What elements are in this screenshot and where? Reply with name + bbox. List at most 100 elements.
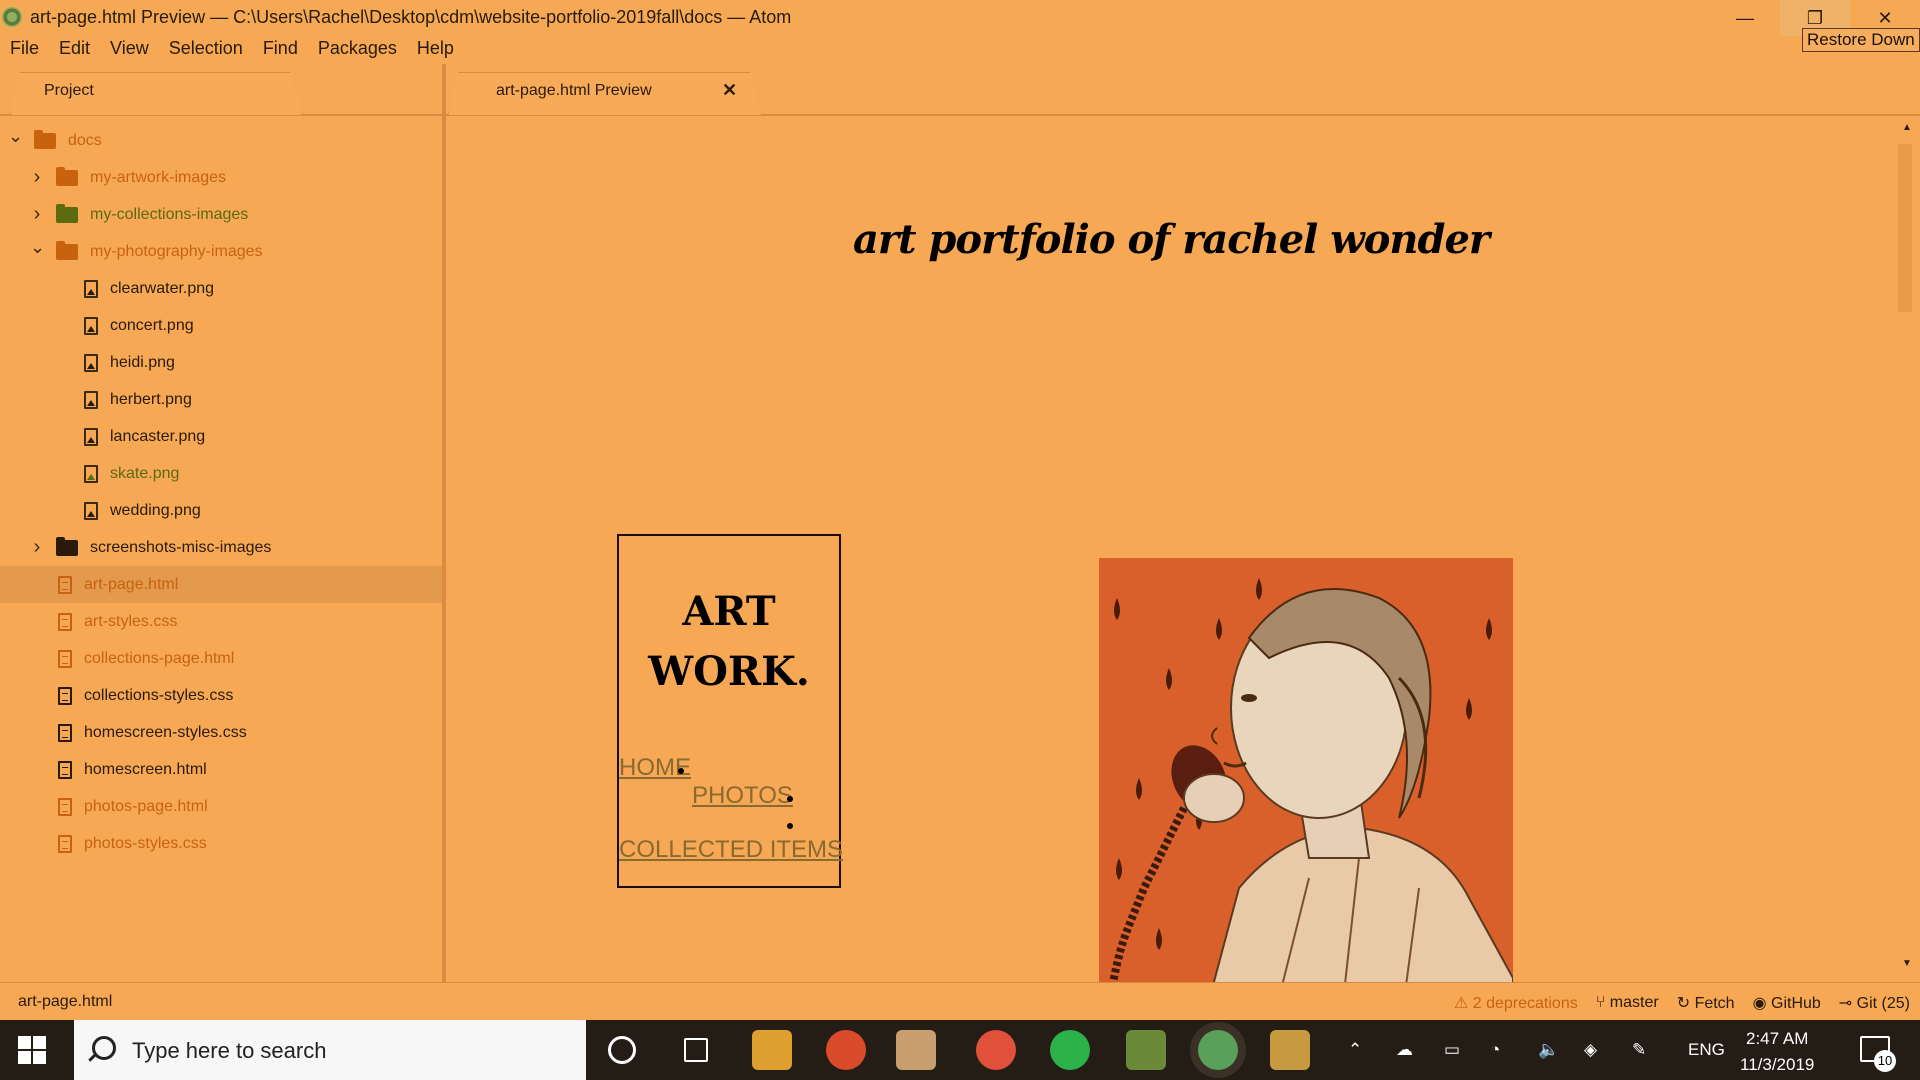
volume-icon[interactable]: 🔈 — [1538, 1040, 1559, 1060]
action-center-icon[interactable]: 10 — [1860, 1036, 1896, 1072]
paint-icon[interactable] — [1270, 1030, 1310, 1070]
warning-icon: ⚠ — [1453, 995, 1469, 1012]
tree-file[interactable]: concert.png — [0, 307, 442, 344]
tree-file[interactable]: skate.png — [0, 455, 442, 492]
atom-icon[interactable] — [1198, 1030, 1238, 1070]
itunes-icon[interactable] — [976, 1030, 1016, 1070]
menu-edit[interactable]: Edit — [49, 36, 100, 64]
git-button[interactable]: ⊸ Git (25) — [1839, 993, 1910, 1013]
tree-file[interactable]: collections-styles.css — [0, 677, 442, 714]
github-icon: ◉ — [1752, 995, 1767, 1012]
minimize-icon: — — [1736, 7, 1754, 28]
file-explorer-icon[interactable] — [752, 1030, 792, 1070]
taskbar-search-box[interactable]: Type here to search — [74, 1020, 586, 1080]
onedrive-icon[interactable]: ☁ — [1396, 1040, 1413, 1060]
spotify-icon[interactable] — [1050, 1030, 1090, 1070]
tree-file[interactable]: heidi.png — [0, 344, 442, 381]
minimize-button[interactable]: — — [1710, 0, 1780, 36]
tree-item-label: photos-styles.css — [84, 834, 207, 852]
collected-items-link[interactable]: COLLECTED ITEMS — [619, 836, 843, 864]
tree-folder[interactable]: › my-artwork-images — [0, 159, 442, 196]
image-file-icon — [84, 390, 98, 409]
html-preview[interactable]: art portfolio of rachel wonder ART WORK.… — [446, 118, 1896, 982]
chevron-right-icon[interactable]: › — [30, 166, 44, 189]
tree-item-label: clearwater.png — [110, 279, 215, 297]
tree-item-label: collections-styles.css — [84, 686, 234, 704]
status-file-path[interactable]: art-page.html — [18, 993, 112, 1011]
scrollbar-thumb[interactable] — [1898, 144, 1912, 312]
fetch-icon: ↻ — [1676, 995, 1691, 1012]
dropbox-icon[interactable]: ◈ — [1584, 1040, 1597, 1060]
language-indicator[interactable]: ENG — [1688, 1040, 1725, 1060]
menu-selection[interactable]: Selection — [159, 36, 253, 64]
tree-file[interactable]: collections-page.html — [0, 640, 442, 677]
tree-file[interactable]: homescreen.html — [0, 751, 442, 788]
clock-date: 11/3/2019 — [1740, 1055, 1815, 1074]
file-text-icon — [58, 575, 72, 594]
title-bar: art-page.html Preview — C:\Users\Rachel\… — [0, 0, 1920, 52]
tree-item-label: wedding.png — [110, 501, 201, 519]
menu-view[interactable]: View — [100, 36, 159, 64]
tree-file[interactable]: art-page.html — [0, 566, 442, 603]
tree-folder[interactable]: › my-collections-images — [0, 196, 442, 233]
fetch-button[interactable]: ↻ Fetch — [1677, 993, 1735, 1013]
menu-file[interactable]: File — [0, 36, 49, 64]
deprecations-label: 2 deprecations — [1472, 995, 1578, 1012]
tree-file[interactable]: photos-page.html — [0, 788, 442, 825]
github-label: GitHub — [1771, 995, 1821, 1012]
git-label: Git (25) — [1856, 995, 1910, 1012]
art-work-title: ART WORK. — [619, 582, 839, 702]
tab-close-icon[interactable]: ✕ — [722, 80, 737, 101]
tree-folder[interactable]: › screenshots-misc-images — [0, 529, 442, 566]
photos-link[interactable]: PHOTOS — [692, 782, 793, 810]
task-view-icon[interactable] — [684, 1038, 708, 1062]
tree-item-label: photos-page.html — [84, 797, 208, 815]
git-branch[interactable]: ⑂ master — [1596, 994, 1659, 1012]
tree-file[interactable]: clearwater.png — [0, 270, 442, 307]
chevron-right-icon[interactable]: › — [30, 536, 44, 559]
editor-tab-bar: art-page.html Preview ✕ — [446, 64, 1920, 116]
menu-help[interactable]: Help — [407, 36, 464, 64]
tree-item-label: homescreen.html — [84, 760, 207, 778]
tree-file[interactable]: homescreen-styles.css — [0, 714, 442, 751]
scroll-up-icon[interactable]: ▲ — [1902, 122, 1912, 133]
show-hidden-icons-icon[interactable]: ⌃ — [1348, 1040, 1362, 1060]
tree-file[interactable]: lancaster.png — [0, 418, 442, 455]
cortana-icon[interactable] — [608, 1036, 636, 1064]
scroll-down-icon[interactable]: ▼ — [1902, 958, 1912, 969]
notepad-icon[interactable] — [896, 1030, 936, 1070]
tree-folder[interactable]: ⌄ docs — [0, 122, 442, 159]
menu-find[interactable]: Find — [253, 36, 308, 64]
menu-packages[interactable]: Packages — [308, 36, 407, 64]
tree-file[interactable]: herbert.png — [0, 381, 442, 418]
chevron-right-icon[interactable]: › — [30, 203, 44, 226]
tree-item-label: art-page.html — [84, 575, 179, 593]
start-button[interactable] — [18, 1036, 46, 1064]
deprecations-indicator[interactable]: ⚠ 2 deprecations — [1454, 993, 1578, 1013]
folder-icon — [56, 240, 78, 260]
battery-icon[interactable]: ▭ — [1444, 1040, 1460, 1060]
file-text-icon — [58, 760, 72, 779]
file-text-icon — [58, 649, 72, 668]
git-commit-icon: ⊸ — [1838, 995, 1853, 1012]
status-right: ⚠ 2 deprecations ⑂ master ↻ Fetch ◉ GitH… — [1454, 993, 1910, 1013]
pen-icon[interactable]: ✎ — [1632, 1040, 1646, 1060]
file-text-icon — [58, 834, 72, 853]
tree-item-label: skate.png — [110, 464, 180, 482]
close-icon: ✕ — [1877, 7, 1893, 28]
clock[interactable]: 2:47 AM 11/3/2019 — [1740, 1026, 1814, 1078]
tree-file[interactable]: photos-styles.css — [0, 825, 442, 862]
github-button[interactable]: ◉ GitHub — [1753, 993, 1821, 1013]
notification-count: 10 — [1874, 1050, 1896, 1072]
chrome-icon[interactable] — [826, 1030, 866, 1070]
minecraft-icon[interactable] — [1126, 1030, 1166, 1070]
tree-file[interactable]: art-styles.css — [0, 603, 442, 640]
tree-file[interactable]: wedding.png — [0, 492, 442, 529]
editor-pane: art-page.html Preview ✕ art portfolio of… — [446, 64, 1920, 982]
tree-folder[interactable]: ⌄ my-photography-images — [0, 233, 442, 270]
wifi-icon[interactable]: ◔ — [1490, 1040, 1500, 1060]
chevron-down-icon[interactable]: ⌄ — [30, 237, 45, 258]
project-panel: Project ⌄ docs › my-artwork-images › my-colle… — [0, 64, 446, 982]
tree-item-label: concert.png — [110, 316, 194, 334]
chevron-down-icon[interactable]: ⌄ — [8, 126, 23, 147]
